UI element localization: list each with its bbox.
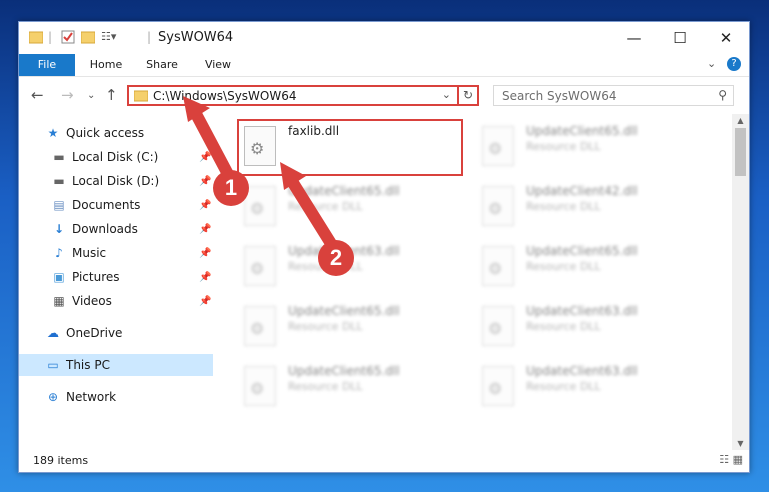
arrow-2 [280, 162, 341, 256]
annotation-badge-2: 2 [318, 240, 354, 276]
arrow-1 [183, 96, 236, 184]
annotation-arrows [183, 96, 341, 256]
annotation-badge-1: 1 [213, 170, 249, 206]
